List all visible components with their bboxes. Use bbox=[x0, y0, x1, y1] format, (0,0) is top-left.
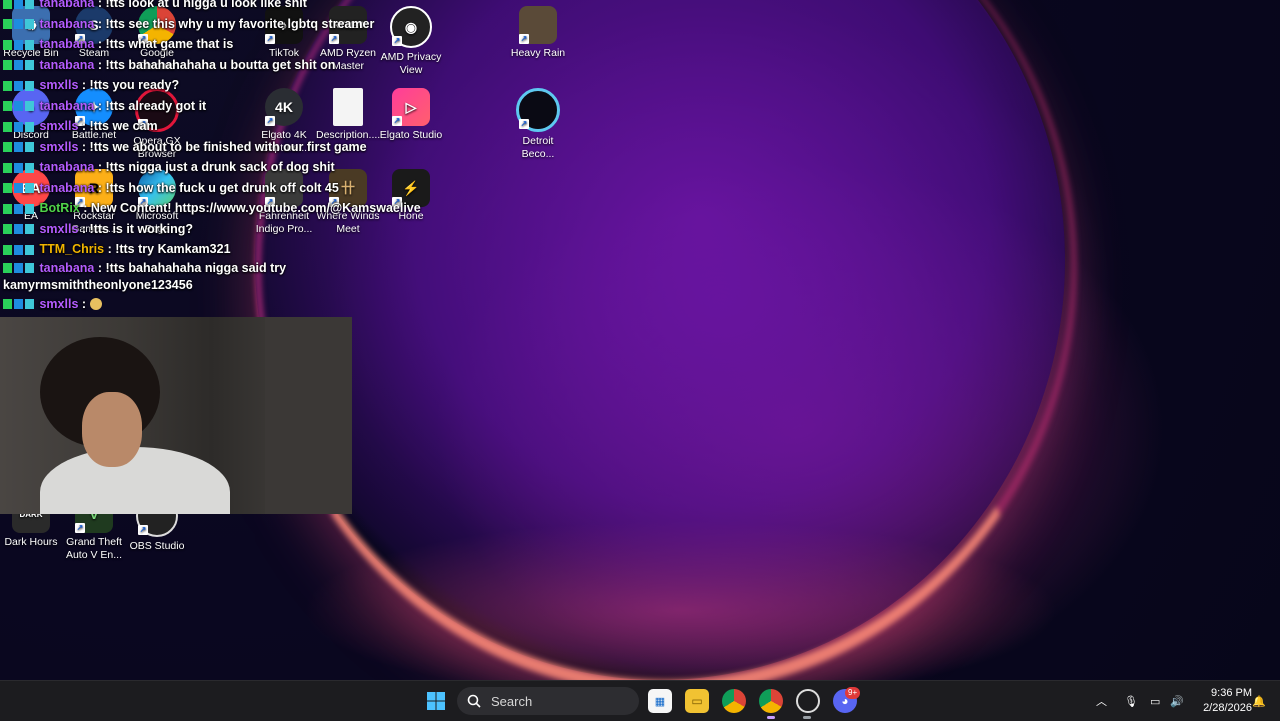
chat-message: tanabana : !tts already got it bbox=[3, 96, 363, 117]
chat-message: tanabana : !tts see this why u my favori… bbox=[3, 14, 374, 35]
chevron-up-icon: ︿ bbox=[1096, 696, 1107, 708]
desktop-icon-amd-privacy-view[interactable]: ◉ ↗ AMD Privacy View bbox=[379, 6, 443, 77]
chat-message: tanabana : !tts nigga just a drunk sack … bbox=[3, 157, 363, 178]
discord-notification-badge: 9+ bbox=[845, 687, 861, 699]
chat-message: smxlls : !tts is it working? bbox=[3, 219, 363, 240]
notifications-icon[interactable]: 🔔 bbox=[1252, 681, 1266, 721]
desktop-icon-heavy-rain[interactable]: ↗ Heavy Rain bbox=[506, 6, 570, 60]
taskbar-search[interactable]: Search bbox=[457, 687, 639, 715]
desktop-icon-detroit[interactable]: ↗ Detroit Beco... bbox=[506, 88, 570, 161]
chat-message: smxlls : bbox=[3, 294, 363, 315]
chat-message: tanabana : !tts bahahahahaha u boutta ge… bbox=[3, 55, 363, 76]
windows-icon bbox=[427, 692, 445, 710]
chrome-taskbar-icon[interactable] bbox=[722, 689, 746, 713]
taskbar: Search ▦ ▭ ◕ 9+ ︿ 🎙 ▭ 🔊 9:36 PM 2/28/202… bbox=[0, 680, 1280, 721]
taskbar-clock[interactable]: 9:36 PM 2/28/2026 bbox=[1192, 686, 1252, 716]
chrome-profile-taskbar-icon[interactable] bbox=[759, 689, 783, 713]
chat-message: smxlls : !tts we cam bbox=[3, 116, 363, 137]
emote-icon bbox=[89, 298, 102, 311]
chat-message: smxlls : !tts we about to be finished wi… bbox=[3, 137, 367, 158]
search-icon bbox=[467, 694, 481, 708]
webcam-background bbox=[265, 317, 352, 514]
start-button[interactable] bbox=[424, 689, 448, 713]
file-explorer-icon[interactable]: ▭ bbox=[685, 689, 709, 713]
chat-message: tanabana : !tts how the fuck u get drunk… bbox=[3, 178, 363, 199]
chat-message: TTM_Chris : !tts try Kamkam321 bbox=[3, 239, 363, 260]
active-indicator bbox=[803, 716, 811, 719]
volume-icon[interactable]: 🔊 bbox=[1170, 681, 1184, 721]
chat-overlay: tanabana : !tts look at u nigga u look l… bbox=[3, 0, 421, 315]
amd-privacy-icon: ◉ ↗ bbox=[390, 6, 432, 48]
network-icon[interactable]: ▭ bbox=[1150, 681, 1160, 721]
chat-message: tanabana : !tts bahahahaha nigga said tr… bbox=[3, 260, 287, 292]
elgato-studio-icon: ▷ ↗ bbox=[392, 88, 430, 126]
desktop-icon-elgato-studio[interactable]: ▷ ↗ Elgato Studio bbox=[379, 88, 443, 142]
webcam-person-shirt bbox=[40, 447, 230, 514]
detroit-icon: ↗ bbox=[516, 88, 560, 132]
chat-message: tanabana : !tts look at u nigga u look l… bbox=[3, 0, 363, 14]
chat-message: tanabana : !tts what game that is bbox=[3, 34, 363, 55]
webcam-overlay bbox=[0, 317, 352, 514]
chat-message: BotRix : New Content! https://www.youtub… bbox=[3, 198, 421, 219]
show-hidden-icons-button[interactable]: ︿ bbox=[1096, 681, 1107, 721]
chat-message: smxlls : !tts you ready? bbox=[3, 75, 363, 96]
active-indicator bbox=[767, 716, 775, 719]
heavy-rain-icon: ↗ bbox=[519, 6, 557, 44]
obs-taskbar-icon[interactable] bbox=[796, 689, 820, 713]
microsoft-store-icon[interactable]: ▦ bbox=[648, 689, 672, 713]
webcam-person-face bbox=[82, 392, 142, 467]
microphone-icon[interactable]: 🎙 bbox=[1124, 681, 1138, 721]
